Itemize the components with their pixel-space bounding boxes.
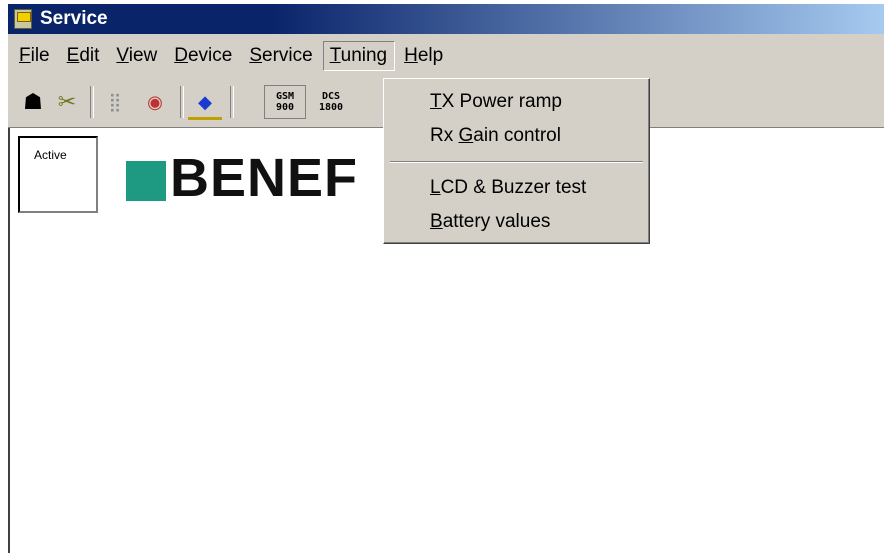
toolbar-separator	[90, 86, 94, 118]
logo-text: BENEF	[170, 148, 359, 208]
logo-square	[126, 161, 166, 201]
menu-item-battery-values[interactable]: Battery values	[430, 211, 550, 233]
satellite-icon[interactable]: ✂	[50, 83, 84, 121]
menu-help[interactable]: Help	[397, 41, 451, 71]
gsm900-button[interactable]: GSM 900	[264, 85, 306, 119]
menu-view[interactable]: View	[109, 41, 165, 71]
menu-tuning[interactable]: Tuning	[322, 41, 396, 71]
app-icon[interactable]	[14, 9, 32, 29]
title-bar: Service	[8, 4, 884, 34]
camera-icon[interactable]: ◉	[138, 83, 172, 121]
toolbar-separator	[180, 86, 184, 118]
dcs1800-button[interactable]: DCS 1800	[310, 83, 352, 121]
menu-item-tx-power-ramp[interactable]: TX Power ramp	[430, 91, 562, 113]
tuning-dropdown-menu: TX Power ramp Rx Gain control LCD & Buzz…	[383, 78, 650, 244]
menu-file[interactable]: File	[12, 41, 58, 71]
keypad-icon[interactable]: ⣿	[98, 83, 132, 121]
menu-device[interactable]: Device	[167, 41, 240, 71]
toolbar-separator	[230, 86, 234, 118]
menu-separator	[390, 161, 643, 163]
active-label: Active	[34, 148, 67, 162]
window-title: Service	[40, 8, 108, 29]
menu-bar: File Edit View Device Service Tuning Hel…	[8, 34, 884, 78]
phone-icon[interactable]: ☗	[16, 83, 50, 121]
menu-item-lcd-buzzer-test[interactable]: LCD & Buzzer test	[430, 177, 586, 199]
menu-service[interactable]: Service	[242, 41, 320, 71]
menu-edit[interactable]: Edit	[60, 41, 108, 71]
eraser-icon[interactable]: ◆	[188, 87, 222, 120]
active-status-box: Active	[18, 136, 98, 213]
menu-item-rx-gain-control[interactable]: Rx Gain control	[430, 125, 561, 147]
